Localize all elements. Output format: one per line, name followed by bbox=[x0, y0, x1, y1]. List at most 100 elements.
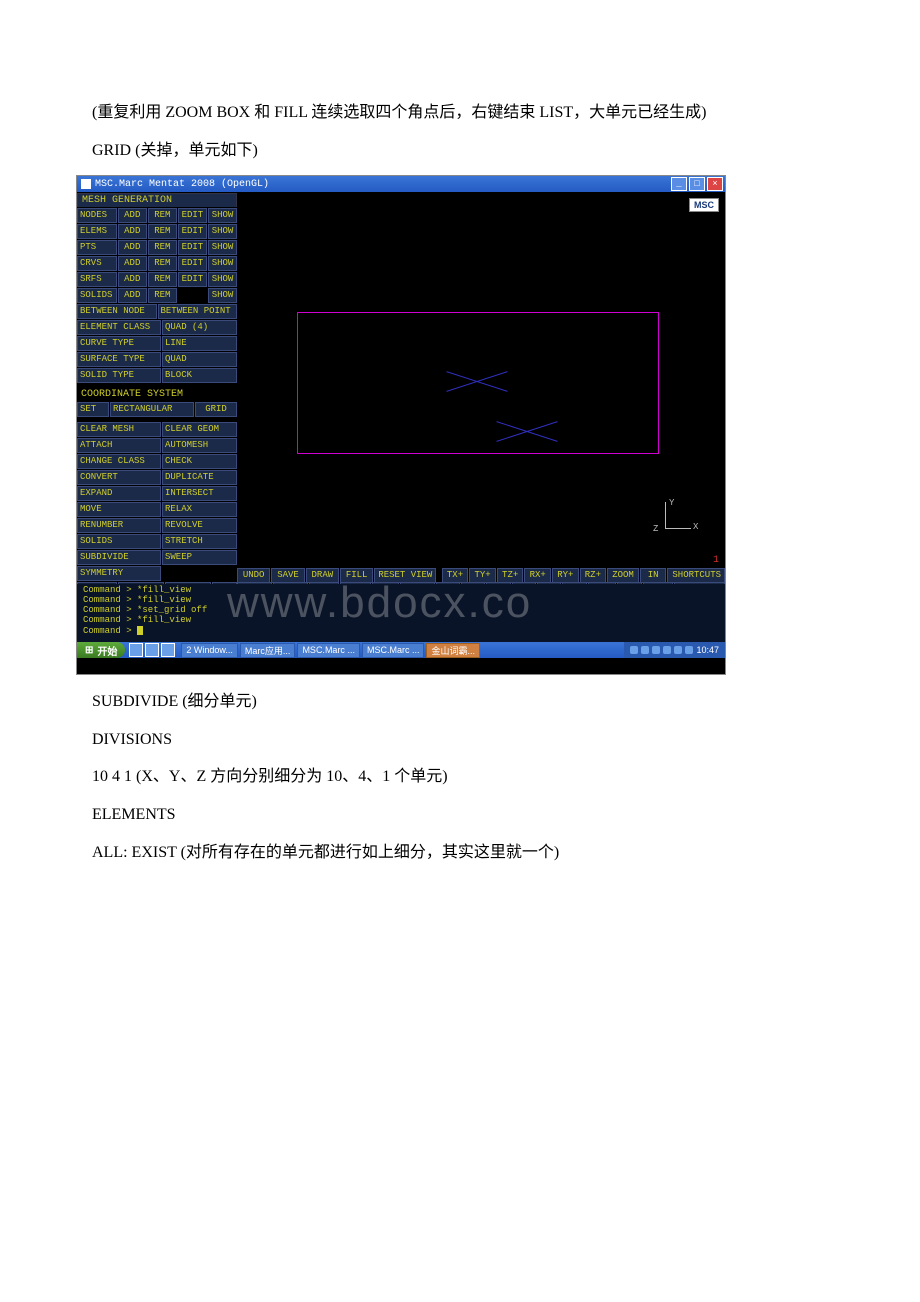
nodes-show-button[interactable]: SHOW bbox=[208, 208, 237, 223]
between-point-button[interactable]: BETWEEN POINT bbox=[158, 304, 238, 319]
srfs-edit-button[interactable]: EDIT bbox=[178, 272, 207, 287]
shortcuts-button[interactable]: SHORTCUTS bbox=[667, 568, 725, 583]
pts-show-button[interactable]: SHOW bbox=[208, 240, 237, 255]
start-label: 开始 bbox=[97, 643, 117, 658]
elems-show-button[interactable]: SHOW bbox=[208, 224, 237, 239]
move-button[interactable]: MOVE bbox=[77, 502, 161, 517]
minimize-button[interactable]: _ bbox=[671, 177, 687, 191]
ry-plus-button[interactable]: RY+ bbox=[552, 568, 579, 583]
taskbar-item[interactable]: Marc应用... bbox=[240, 643, 296, 658]
solids-show-button[interactable]: SHOW bbox=[208, 288, 237, 303]
save-button[interactable]: SAVE bbox=[271, 568, 304, 583]
stretch-button[interactable]: STRETCH bbox=[162, 534, 237, 549]
elems-add-button[interactable]: ADD bbox=[118, 224, 147, 239]
nodes-edit-button[interactable]: EDIT bbox=[178, 208, 207, 223]
reset-view-button[interactable]: RESET VIEW bbox=[374, 568, 436, 583]
panel-header: MESH GENERATION bbox=[77, 193, 237, 207]
row-label-elems: ELEMS bbox=[77, 224, 117, 239]
tray-icon[interactable] bbox=[641, 646, 649, 654]
window-titlebar: MSC.Marc Mentat 2008 (OpenGL) _ □ × bbox=[77, 176, 725, 192]
grid-toggle-button[interactable]: GRID bbox=[195, 402, 237, 417]
tray-icon[interactable] bbox=[685, 646, 693, 654]
tray-icon[interactable] bbox=[652, 646, 660, 654]
element-class-value[interactable]: QUAD (4) bbox=[162, 320, 237, 335]
taskbar-item[interactable]: 2 Window... bbox=[181, 643, 238, 658]
srfs-add-button[interactable]: ADD bbox=[118, 272, 147, 287]
start-button[interactable]: ⊞ 开始 bbox=[77, 642, 125, 658]
close-button[interactable]: × bbox=[707, 177, 723, 191]
crvs-rem-button[interactable]: REM bbox=[148, 256, 177, 271]
zoom-label: ZOOM bbox=[607, 568, 639, 583]
ty-plus-button[interactable]: TY+ bbox=[469, 568, 496, 583]
row-label-nodes: NODES bbox=[77, 208, 117, 223]
coord-set-button[interactable]: SET bbox=[77, 402, 109, 417]
between-node-button[interactable]: BETWEEN NODE bbox=[77, 304, 157, 319]
app-window: MSC.Marc Mentat 2008 (OpenGL) _ □ × MESH… bbox=[76, 175, 726, 675]
tray-icon[interactable] bbox=[630, 646, 638, 654]
tray-icon[interactable] bbox=[674, 646, 682, 654]
windows-logo-icon: ⊞ bbox=[85, 645, 93, 656]
symmetry-button[interactable]: SYMMETRY bbox=[77, 566, 161, 581]
solid-type-value[interactable]: BLOCK bbox=[162, 368, 237, 383]
solids-op-button[interactable]: SOLIDS bbox=[77, 534, 161, 549]
model-viewport[interactable]: MSC Y X Z bbox=[237, 192, 725, 568]
app-icon[interactable] bbox=[161, 643, 175, 657]
clear-geom-button[interactable]: CLEAR GEOM bbox=[162, 422, 237, 437]
solids-add-button[interactable]: ADD bbox=[118, 288, 147, 303]
draw-button[interactable]: DRAW bbox=[306, 568, 339, 583]
zoom-in-button[interactable]: IN bbox=[640, 568, 667, 583]
srfs-rem-button[interactable]: REM bbox=[148, 272, 177, 287]
solids-rem-button[interactable]: REM bbox=[148, 288, 177, 303]
crvs-show-button[interactable]: SHOW bbox=[208, 256, 237, 271]
srfs-show-button[interactable]: SHOW bbox=[208, 272, 237, 287]
quick-launch bbox=[129, 643, 175, 657]
ie-icon[interactable] bbox=[129, 643, 143, 657]
solid-type-label: SOLID TYPE bbox=[77, 368, 161, 383]
attach-button[interactable]: ATTACH bbox=[77, 438, 161, 453]
nodes-rem-button[interactable]: REM bbox=[148, 208, 177, 223]
pts-add-button[interactable]: ADD bbox=[118, 240, 147, 255]
command-log[interactable]: Command > *fill_view Command > *fill_vie… bbox=[77, 584, 725, 642]
taskbar-item[interactable]: MSC.Marc ... bbox=[297, 643, 360, 658]
app-body: MESH GENERATION NODESADDREMEDITSHOW ELEM… bbox=[77, 192, 725, 658]
curve-type-value[interactable]: LINE bbox=[162, 336, 237, 351]
coord-type-value[interactable]: RECTANGULAR bbox=[110, 402, 194, 417]
surface-type-value[interactable]: QUAD bbox=[162, 352, 237, 367]
pts-edit-button[interactable]: EDIT bbox=[178, 240, 207, 255]
document-page: (重复利用 ZOOM BOX 和 FILL 连续选取四个角点后，右键结束 LIS… bbox=[0, 0, 920, 917]
desktop-icon[interactable] bbox=[145, 643, 159, 657]
clear-mesh-button[interactable]: CLEAR MESH bbox=[77, 422, 161, 437]
window-title: MSC.Marc Mentat 2008 (OpenGL) bbox=[95, 179, 269, 190]
view-index: 1 bbox=[713, 555, 719, 566]
expand-button[interactable]: EXPAND bbox=[77, 486, 161, 501]
elems-edit-button[interactable]: EDIT bbox=[178, 224, 207, 239]
rx-plus-button[interactable]: RX+ bbox=[524, 568, 551, 583]
row-label-solids: SOLIDS bbox=[77, 288, 117, 303]
revolve-button[interactable]: REVOLVE bbox=[162, 518, 237, 533]
curve-type-label: CURVE TYPE bbox=[77, 336, 161, 351]
tz-plus-button[interactable]: TZ+ bbox=[497, 568, 524, 583]
taskbar-item[interactable]: 金山词霸... bbox=[426, 643, 480, 658]
sweep-button[interactable]: SWEEP bbox=[162, 550, 237, 565]
renumber-button[interactable]: RENUMBER bbox=[77, 518, 161, 533]
pts-rem-button[interactable]: REM bbox=[148, 240, 177, 255]
duplicate-button[interactable]: DUPLICATE bbox=[162, 470, 237, 485]
convert-button[interactable]: CONVERT bbox=[77, 470, 161, 485]
elems-rem-button[interactable]: REM bbox=[148, 224, 177, 239]
relax-button[interactable]: RELAX bbox=[162, 502, 237, 517]
change-class-button[interactable]: CHANGE CLASS bbox=[77, 454, 161, 469]
fill-button[interactable]: FILL bbox=[340, 568, 373, 583]
automesh-button[interactable]: AUTOMESH bbox=[162, 438, 237, 453]
crvs-add-button[interactable]: ADD bbox=[118, 256, 147, 271]
nodes-add-button[interactable]: ADD bbox=[118, 208, 147, 223]
subdivide-button[interactable]: SUBDIVIDE bbox=[77, 550, 161, 565]
crvs-edit-button[interactable]: EDIT bbox=[178, 256, 207, 271]
tx-plus-button[interactable]: TX+ bbox=[442, 568, 469, 583]
intersect-button[interactable]: INTERSECT bbox=[162, 486, 237, 501]
tray-icon[interactable] bbox=[663, 646, 671, 654]
check-button[interactable]: CHECK bbox=[162, 454, 237, 469]
rz-plus-button[interactable]: RZ+ bbox=[580, 568, 607, 583]
taskbar-item[interactable]: MSC.Marc ... bbox=[362, 643, 425, 658]
maximize-button[interactable]: □ bbox=[689, 177, 705, 191]
undo-button[interactable]: UNDO bbox=[237, 568, 270, 583]
